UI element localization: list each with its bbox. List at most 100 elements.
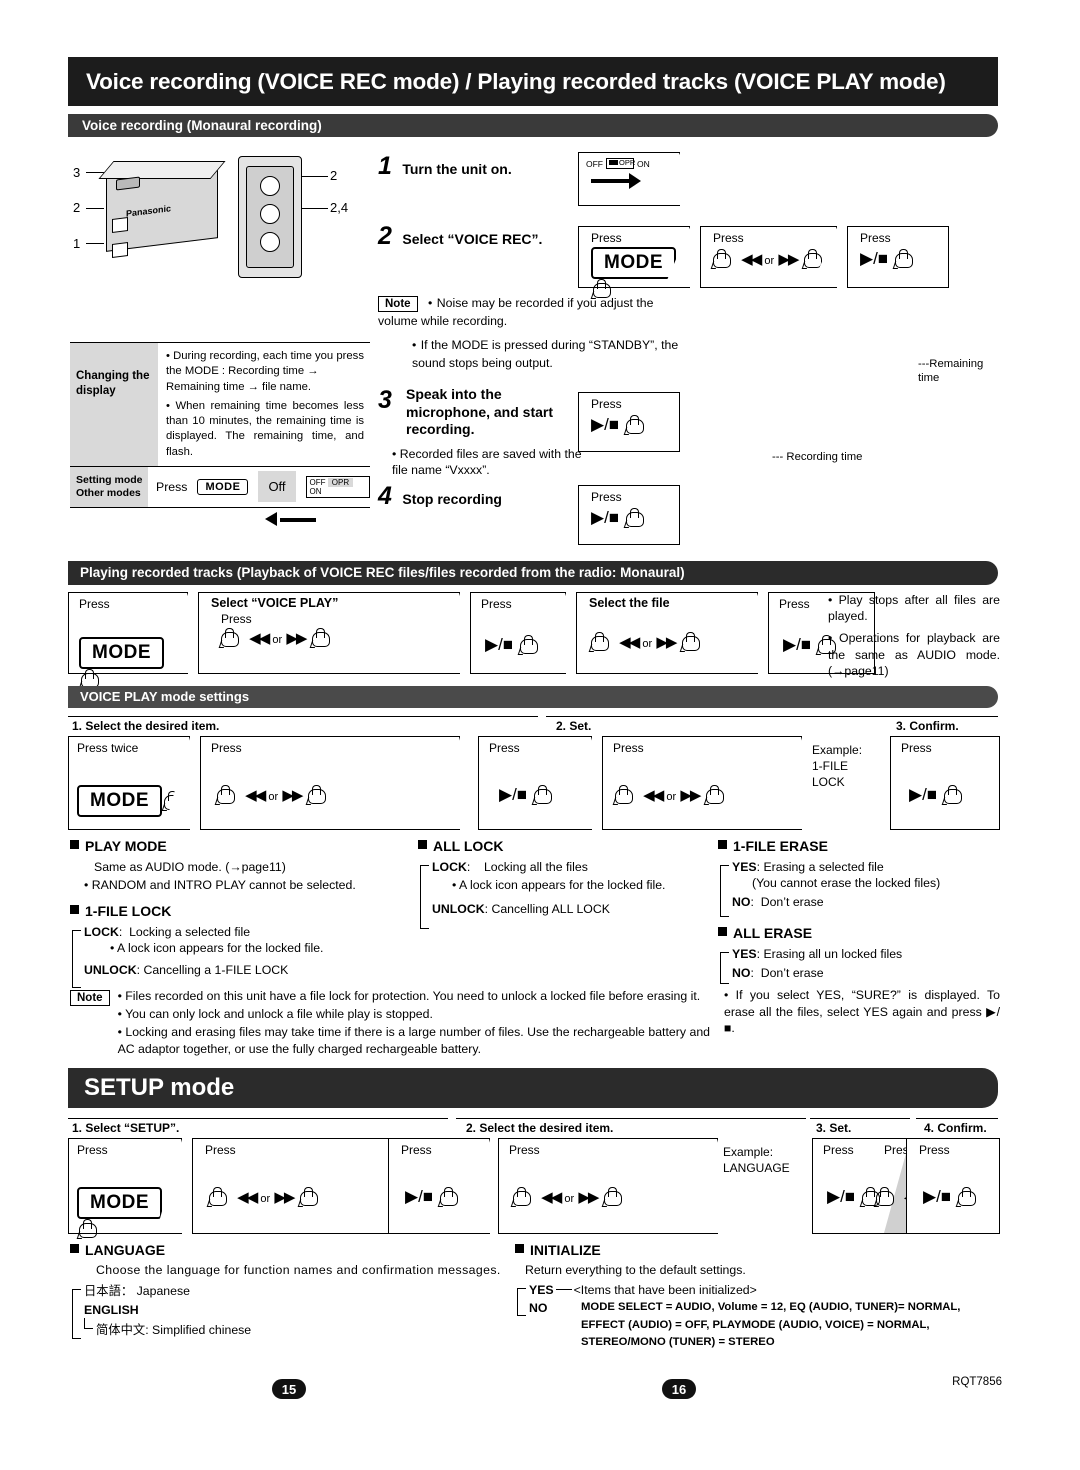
language-option-1[interactable]: 日本語： Japanese <box>84 1283 510 1299</box>
vps-confirm-play[interactable]: Press ▶/■ <box>890 736 1000 830</box>
next-button[interactable]: ▶▶ <box>778 251 799 268</box>
next-button[interactable]: ▶▶ <box>656 634 677 651</box>
play-stop-button[interactable]: ▶/■ <box>923 1187 951 1206</box>
mode-button[interactable]: MODE <box>77 1187 162 1219</box>
or-label: or <box>268 791 279 803</box>
setup-press-mode[interactable]: Press MODE <box>68 1138 182 1239</box>
prev-button[interactable]: ◀◀ <box>741 251 762 268</box>
initialize-no-row[interactable]: NO <box>529 1300 581 1350</box>
next-button[interactable]: ▶▶ <box>274 1189 295 1206</box>
mode-button[interactable]: MODE <box>591 247 676 279</box>
next-button[interactable]: ▶▶ <box>286 630 307 647</box>
callout-2-left: 2 <box>73 200 81 215</box>
block-all-erase: ALL ERASE YES: Erasing all un locked fil… <box>718 925 1000 1036</box>
callout-2-4: 2,4 <box>330 200 349 215</box>
next-button[interactable]: ▶▶ <box>282 787 303 804</box>
note-2-line-1: • Files recorded on this unit have a fil… <box>117 989 701 1003</box>
play-stop-button[interactable]: ▶/■ <box>909 785 937 804</box>
prev-button[interactable]: ◀◀ <box>643 787 664 804</box>
playback-note-2: • Operations for playback are the same a… <box>828 631 1000 678</box>
prev-button[interactable]: ◀◀ <box>249 630 270 647</box>
press-label: Press <box>77 1143 108 1157</box>
step2-press-mode[interactable]: Press MODE <box>578 226 690 299</box>
flow-press-play-1[interactable]: Press ▶/■ <box>470 592 566 674</box>
example-value: 1-FILE LOCK <box>812 759 849 790</box>
play-mode-line-2: • RANDOM and INTRO PLAY cannot be select… <box>84 878 356 893</box>
prev-button[interactable]: ◀◀ <box>541 1189 562 1206</box>
mode-button[interactable]: MODE <box>77 785 162 817</box>
play-stop-button[interactable]: ▶/■ <box>860 249 888 268</box>
setup-confirm-play[interactable]: Press ▶/■ <box>906 1138 1000 1234</box>
prev-button[interactable]: ◀◀ <box>245 787 266 804</box>
all-erase-note: • If you select YES, “SURE?” is displaye… <box>724 988 1000 1035</box>
all-erase-title: ALL ERASE <box>718 925 1000 941</box>
press-label: Press <box>509 1143 540 1157</box>
vps-press-play-1[interactable]: Press ▶/■ <box>478 736 592 830</box>
flow-caption: Select the file <box>589 596 670 610</box>
setup-head-4: 4. Confirm. <box>924 1121 987 1135</box>
mode-button[interactable]: MODE <box>197 478 249 495</box>
mode-button[interactable]: MODE <box>79 637 164 669</box>
prev-button[interactable]: ◀◀ <box>237 1189 258 1206</box>
setup-title: SETUP mode <box>84 1074 235 1101</box>
vps-set-value[interactable]: Press ◀◀ or ▶▶ <box>602 736 802 830</box>
language-option-3[interactable]: 简体中文: Simplified chinese <box>84 1317 510 1338</box>
hand-icon <box>679 632 706 652</box>
hand-icon <box>612 785 639 805</box>
block-file-lock: 1-FILE LOCK LOCK: Locking a selected fil… <box>70 903 410 988</box>
block-initialize: INITIALIZE Return everything to the defa… <box>515 1242 1000 1350</box>
note-1-line-2: If the MODE is pressed during “STANDBY”,… <box>412 338 679 370</box>
setup-press-play-1[interactable]: Press ▶/■ <box>388 1138 490 1234</box>
file-erase-title: 1-FILE ERASE <box>718 838 1000 854</box>
recording-time-label: --- Recording time <box>772 451 863 463</box>
play-stop-button[interactable]: ▶/■ <box>591 508 619 527</box>
setup-example: Example: LANGUAGE <box>723 1144 790 1176</box>
note-2: Note • Files recorded on this unit have … <box>70 988 710 1057</box>
block-play-mode: PLAY MODE Same as AUDIO mode. (→page11) … <box>70 838 400 893</box>
step2-press-prevnext[interactable]: Press ◀◀ or ▶▶ <box>700 226 837 288</box>
flow-select-voice-play[interactable]: Select “VOICE PLAY” Press ◀◀ or ▶▶ <box>198 592 460 674</box>
hand-icon <box>214 785 241 805</box>
step-1-number: 1 <box>378 152 392 180</box>
language-text: Choose the language for function names a… <box>96 1263 501 1277</box>
all-lock-lock-row: LOCK: Locking all the files <box>432 860 588 874</box>
vps-head-2: 2. Set. <box>556 719 592 733</box>
initialize-text: Return everything to the default setting… <box>525 1263 746 1277</box>
play-stop-button[interactable]: ▶/■ <box>591 415 619 434</box>
press-twice-label: Press twice <box>77 741 139 755</box>
play-stop-button[interactable]: ▶/■ <box>827 1187 855 1206</box>
step2-press-play[interactable]: Press ▶/■ <box>847 226 949 288</box>
step-1-label: Turn the unit on. <box>402 161 512 177</box>
note-tag: Note <box>70 990 110 1006</box>
step4-press-play[interactable]: Press ▶/■ <box>578 485 680 545</box>
initialize-detail-1: MODE SELECT = AUDIO, Volume = 12, EQ (AU… <box>581 1301 961 1314</box>
vps-press-twice-mode[interactable]: Press twice MODE <box>68 736 190 830</box>
press-label: Press <box>211 741 242 755</box>
step3-press-play[interactable]: Press ▶/■ <box>578 392 680 452</box>
press-label-2: Press <box>713 231 744 245</box>
switch-off-label: OFF <box>586 158 603 169</box>
setup-head-2: 2. Select the desired item. <box>466 1121 614 1135</box>
play-stop-button[interactable]: ▶/■ <box>499 785 527 804</box>
prev-button[interactable]: ◀◀ <box>619 634 640 651</box>
press-label: Press <box>901 741 932 755</box>
vps-select-item[interactable]: Press ◀◀ or ▶▶ <box>200 736 460 830</box>
flow-press-mode[interactable]: Press MODE <box>68 592 188 689</box>
language-option-2[interactable]: ENGLISH <box>84 1302 510 1318</box>
play-stop-button[interactable]: ▶/■ <box>783 635 811 654</box>
play-stop-button[interactable]: ▶/■ <box>485 635 513 654</box>
vps-header-row: 1. Select the desired item. 2. Set. 3. C… <box>68 716 998 733</box>
initialize-detail-2: EFFECT (AUDIO) = OFF, PLAYMODE (AUDIO, V… <box>581 1318 930 1331</box>
press-label-6: Press <box>591 490 622 504</box>
off-state: Off <box>258 471 296 503</box>
play-stop-button[interactable]: ▶/■ <box>405 1187 433 1206</box>
next-button[interactable]: ▶▶ <box>578 1189 599 1206</box>
playback-flow: Press MODE Select “VOICE PLAY” Press ◀◀ … <box>68 592 875 689</box>
flow-select-file[interactable]: Select the file ◀◀ or ▶▶ <box>576 592 758 674</box>
voice-play-settings-title: VOICE PLAY mode settings <box>80 689 250 704</box>
setup-select-item[interactable]: Press ◀◀ or ▶▶ <box>498 1138 718 1234</box>
step-3-label: Speak into the microphone, and start rec… <box>406 386 554 437</box>
next-button[interactable]: ▶▶ <box>680 787 701 804</box>
initialize-yes-row[interactable]: YES <Items that have been initialized> <box>529 1282 1000 1298</box>
step-4-label: Stop recording <box>402 491 502 507</box>
